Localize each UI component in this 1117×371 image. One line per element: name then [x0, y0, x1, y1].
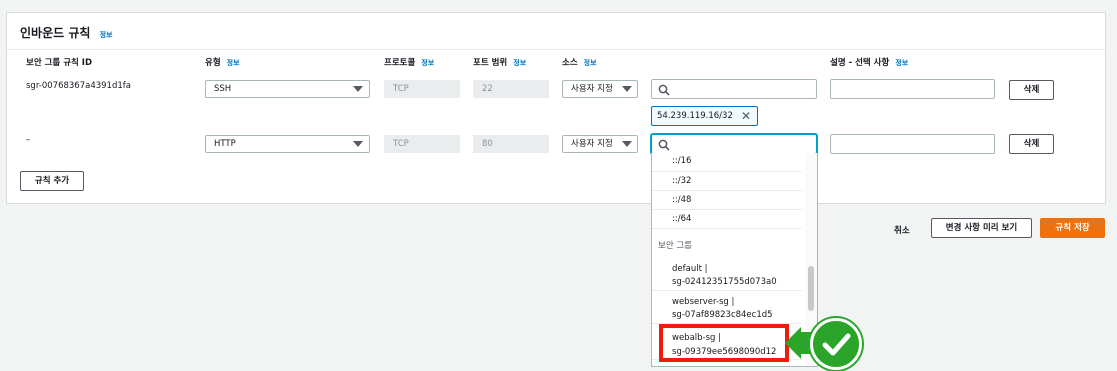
panel-header: 인바운드 규칙 정보 — [7, 13, 1105, 50]
save-rules-button[interactable]: 규칙 저장 — [1040, 218, 1105, 238]
panel-title: 인바운드 규칙 정보 — [20, 26, 113, 40]
description-input[interactable] — [830, 79, 995, 99]
col-header-source: 소스 정보 — [562, 58, 597, 68]
dropdown-option[interactable]: ::/16 — [652, 153, 802, 172]
dropdown-option[interactable]: ::/64 — [652, 210, 802, 229]
rule-id: sgr-00768367a4391d1fa — [26, 81, 131, 91]
source-search-input[interactable] — [651, 134, 817, 154]
inbound-rules-panel: 인바운드 규칙 정보 — [6, 12, 1106, 204]
delete-button[interactable]: 삭제 — [1009, 134, 1054, 154]
dropdown-group-label: 보안 그룹 — [658, 241, 692, 251]
port-range-field: 80 — [473, 135, 549, 153]
info-link[interactable]: 정보 — [584, 59, 597, 67]
close-icon[interactable]: ✕ — [741, 107, 751, 125]
check-circle-icon — [810, 318, 862, 370]
cancel-button[interactable]: 취소 — [894, 224, 910, 236]
protocol-field: TCP — [384, 80, 460, 98]
col-header-type: 유형 정보 — [205, 58, 240, 68]
info-link[interactable]: 정보 — [227, 59, 240, 67]
highlight-box — [659, 324, 789, 362]
check-icon — [822, 333, 851, 356]
preview-changes-button[interactable]: 변경 사항 미리 보기 — [931, 218, 1032, 238]
search-icon — [658, 84, 670, 96]
info-link[interactable]: 정보 — [895, 59, 908, 67]
source-search-input[interactable] — [651, 79, 817, 99]
col-header-protocol: 프로토콜 정보 — [384, 58, 435, 68]
info-link[interactable]: 정보 — [421, 59, 434, 67]
caret-down-icon — [622, 86, 632, 92]
col-header-sg-rule-id: 보안 그룹 규칙 ID — [26, 58, 93, 68]
caret-down-icon — [353, 141, 363, 147]
add-rule-button[interactable]: 규칙 추가 — [20, 171, 84, 191]
caret-down-icon — [622, 141, 632, 147]
info-link[interactable]: 정보 — [100, 31, 113, 39]
dropdown-option[interactable]: ::/32 — [652, 172, 802, 191]
source-token: 54.239.119.16/32 ✕ — [651, 106, 758, 126]
protocol-field: TCP — [384, 135, 460, 153]
scrollbar-thumb[interactable] — [808, 266, 814, 311]
port-range-field: 22 — [473, 80, 549, 98]
search-icon — [658, 139, 670, 151]
col-header-description: 설명 - 선택 사항 정보 — [830, 58, 909, 68]
dropdown-option[interactable]: default | sg-02412351755d073a0 — [652, 258, 802, 291]
dropdown-option[interactable]: ::/48 — [652, 191, 802, 210]
info-link[interactable]: 정보 — [513, 59, 526, 67]
type-select[interactable]: SSH — [205, 80, 370, 98]
source-type-select[interactable]: 사용자 지정 — [562, 135, 638, 153]
caret-down-icon — [353, 86, 363, 92]
dropdown-option[interactable]: webserver-sg | sg-07af89823c84ec1d5 — [652, 291, 802, 324]
description-input[interactable] — [830, 134, 995, 154]
type-select[interactable]: HTTP — [205, 135, 370, 153]
delete-button[interactable]: 삭제 — [1009, 80, 1054, 100]
col-header-port-range: 포트 범위 정보 — [473, 58, 527, 68]
rule-id: – — [26, 135, 31, 145]
source-type-select[interactable]: 사용자 지정 — [562, 80, 638, 98]
